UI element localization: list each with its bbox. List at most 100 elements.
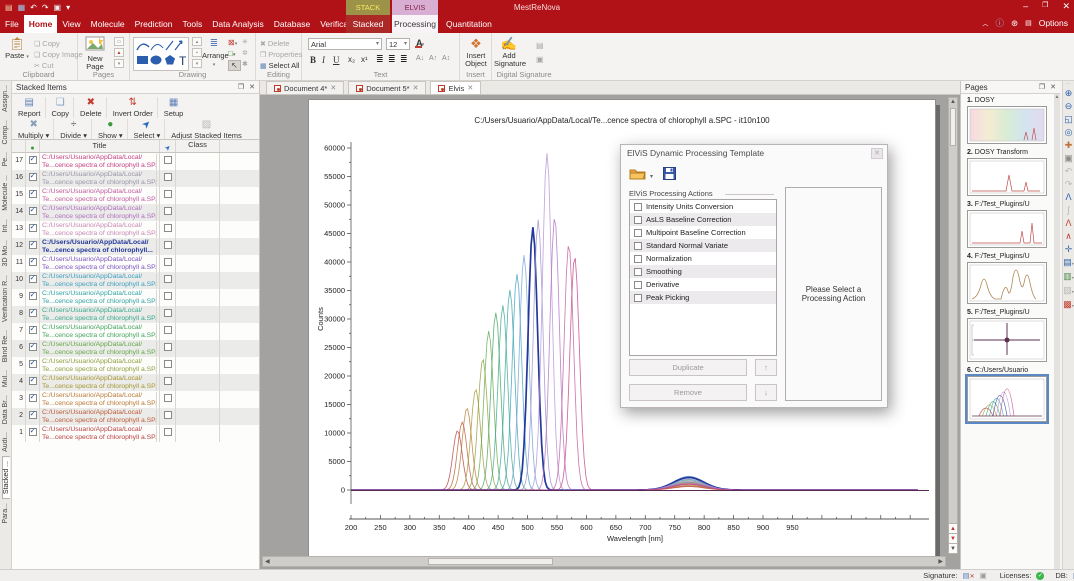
row-pin-checkbox[interactable]: [160, 408, 176, 425]
move-up-button[interactable]: ↑: [755, 359, 777, 376]
row-class-cell[interactable]: [176, 340, 220, 357]
minimize-button[interactable]: –: [1023, 1, 1028, 12]
zoom-out-icon[interactable]: ⊖: [1063, 100, 1074, 113]
row-visible-checkbox[interactable]: [26, 238, 40, 255]
next-page-button[interactable]: ▼: [949, 533, 957, 543]
checked-checkbox-icon[interactable]: [29, 156, 37, 164]
zoom-in-icon[interactable]: ⊕: [1063, 87, 1074, 100]
table-row[interactable]: 13C:/Users/Usuario/AppData/Local/Te...ce…: [12, 221, 259, 238]
row-visible-checkbox[interactable]: [26, 357, 40, 374]
row-pin-checkbox[interactable]: [160, 170, 176, 187]
unchecked-checkbox-icon[interactable]: [164, 360, 172, 368]
action-item-peak-picking[interactable]: Peak Picking: [630, 291, 776, 304]
row-class-cell[interactable]: [176, 391, 220, 408]
checked-checkbox-icon[interactable]: [29, 326, 37, 334]
unchecked-checkbox-icon[interactable]: [164, 173, 172, 181]
drawing-shapes-palette[interactable]: T: [133, 37, 189, 71]
unchecked-checkbox-icon[interactable]: [164, 156, 172, 164]
logo-icon[interactable]: ▤: [5, 4, 13, 12]
h-scroll-thumb[interactable]: [428, 558, 553, 565]
row-visible-checkbox[interactable]: [26, 272, 40, 289]
row-pin-checkbox[interactable]: [160, 425, 176, 442]
unchecked-checkbox-icon[interactable]: [164, 428, 172, 436]
unchecked-checkbox-icon[interactable]: [164, 207, 172, 215]
label-tool-icon[interactable]: ✱: [242, 60, 248, 68]
show-button[interactable]: ●Show ▾: [94, 119, 128, 140]
action-item-asls-baseline-correction[interactable]: AsLS Baseline Correction: [630, 213, 776, 226]
arrange-button[interactable]: ≣ Arrange ▾: [202, 36, 226, 69]
bold-button[interactable]: B: [310, 55, 316, 65]
stacked-mode-icon[interactable]: ▤▾: [1063, 256, 1074, 270]
checked-checkbox-icon[interactable]: [29, 428, 37, 436]
underline-button[interactable]: U: [333, 55, 340, 65]
copy-button[interactable]: ❏Copy: [48, 97, 75, 118]
delete-button[interactable]: ✖Delete: [76, 97, 107, 118]
sidebar-tab-3d-mo[interactable]: 3D Mo...: [2, 236, 9, 270]
row-class-cell[interactable]: [176, 289, 220, 306]
copy-region-icon[interactable]: ▣: [1063, 152, 1074, 165]
document-tab-document-5-[interactable]: Document 5*✕: [348, 81, 426, 94]
close-button[interactable]: ✕: [1062, 1, 1070, 12]
sidebar-tab-mul[interactable]: Mul...: [2, 366, 9, 391]
copy-image-button[interactable]: ❏Copy Image: [34, 50, 83, 59]
unchecked-checkbox-icon[interactable]: [164, 411, 172, 419]
tab-file[interactable]: File: [0, 15, 24, 33]
table-row[interactable]: 4C:/Users/Usuario/AppData/Local/Te...cen…: [12, 374, 259, 391]
unchecked-checkbox-icon[interactable]: [164, 326, 172, 334]
row-class-cell[interactable]: [176, 425, 220, 442]
page-thumbnail[interactable]: [967, 262, 1047, 304]
row-pin-checkbox[interactable]: [160, 153, 176, 170]
checked-checkbox-icon[interactable]: [29, 360, 37, 368]
action-item-smoothing[interactable]: Smoothing: [630, 265, 776, 278]
full-view-icon[interactable]: ◱: [1063, 113, 1074, 126]
checked-checkbox-icon[interactable]: [29, 292, 37, 300]
row-pin-checkbox[interactable]: [160, 340, 176, 357]
row-pin-checkbox[interactable]: [160, 357, 176, 374]
tab-home[interactable]: Home: [24, 15, 58, 33]
integration-icon[interactable]: ∫: [1063, 204, 1074, 217]
action-checkbox[interactable]: [634, 203, 642, 211]
tab-tools[interactable]: Tools: [177, 15, 207, 33]
page-thumbnail[interactable]: [967, 210, 1047, 248]
row-class-cell[interactable]: [176, 272, 220, 289]
unchecked-checkbox-icon[interactable]: [164, 394, 172, 402]
row-class-cell[interactable]: [176, 306, 220, 323]
shape-fill-button[interactable]: □▾: [228, 49, 235, 58]
table-row[interactable]: 2C:/Users/Usuario/AppData/Local/Te...cen…: [12, 408, 259, 425]
table-row[interactable]: 8C:/Users/Usuario/AppData/Local/Te...cen…: [12, 306, 259, 323]
table-row[interactable]: 9C:/Users/Usuario/AppData/Local/Te...cen…: [12, 289, 259, 306]
save-icon[interactable]: ▦: [18, 4, 26, 12]
signature-stamp-icon[interactable]: ▣: [536, 55, 544, 64]
select-all-button[interactable]: ▦Select All: [260, 61, 299, 70]
page-item-1[interactable]: 1. DOSY: [961, 94, 1054, 146]
copy-button[interactable]: ❏Copy: [34, 39, 60, 48]
signature-stamp-icon[interactable]: ▣: [980, 571, 987, 580]
checked-checkbox-icon[interactable]: [29, 258, 37, 266]
sidebar-tab-para[interactable]: Para...: [2, 499, 9, 528]
action-checkbox[interactable]: [634, 229, 642, 237]
checked-checkbox-icon[interactable]: [29, 411, 37, 419]
close-panel-icon[interactable]: ✕: [249, 83, 255, 91]
row-class-cell[interactable]: [176, 357, 220, 374]
tab-data-analysis[interactable]: Data Analysis: [207, 15, 269, 33]
row-pin-checkbox[interactable]: [160, 374, 176, 391]
font-size-select[interactable]: 12▾: [386, 38, 410, 50]
unchecked-checkbox-icon[interactable]: [164, 190, 172, 198]
row-class-cell[interactable]: [176, 374, 220, 391]
remove-button[interactable]: Remove: [629, 384, 747, 401]
row-class-cell[interactable]: [176, 204, 220, 221]
duplicate-button[interactable]: Duplicate: [629, 359, 747, 376]
sidebar-tab-verification-r[interactable]: Verification R...: [2, 271, 9, 326]
checked-checkbox-icon[interactable]: [29, 394, 37, 402]
setup-button[interactable]: ▦Setup: [160, 97, 188, 118]
unchecked-checkbox-icon[interactable]: [164, 377, 172, 385]
signature-invalid-icon[interactable]: ▤✕: [962, 571, 974, 580]
previous-zoom-icon[interactable]: ↶: [1063, 165, 1074, 178]
row-visible-checkbox[interactable]: [26, 289, 40, 306]
document-tab-elvis[interactable]: Elvis✕: [430, 81, 481, 94]
align-left-button[interactable]: ≣: [376, 54, 384, 65]
row-pin-checkbox[interactable]: [160, 272, 176, 289]
action-checkbox[interactable]: [634, 281, 642, 289]
page-thumbnail[interactable]: [967, 106, 1047, 144]
row-class-cell[interactable]: [176, 238, 220, 255]
